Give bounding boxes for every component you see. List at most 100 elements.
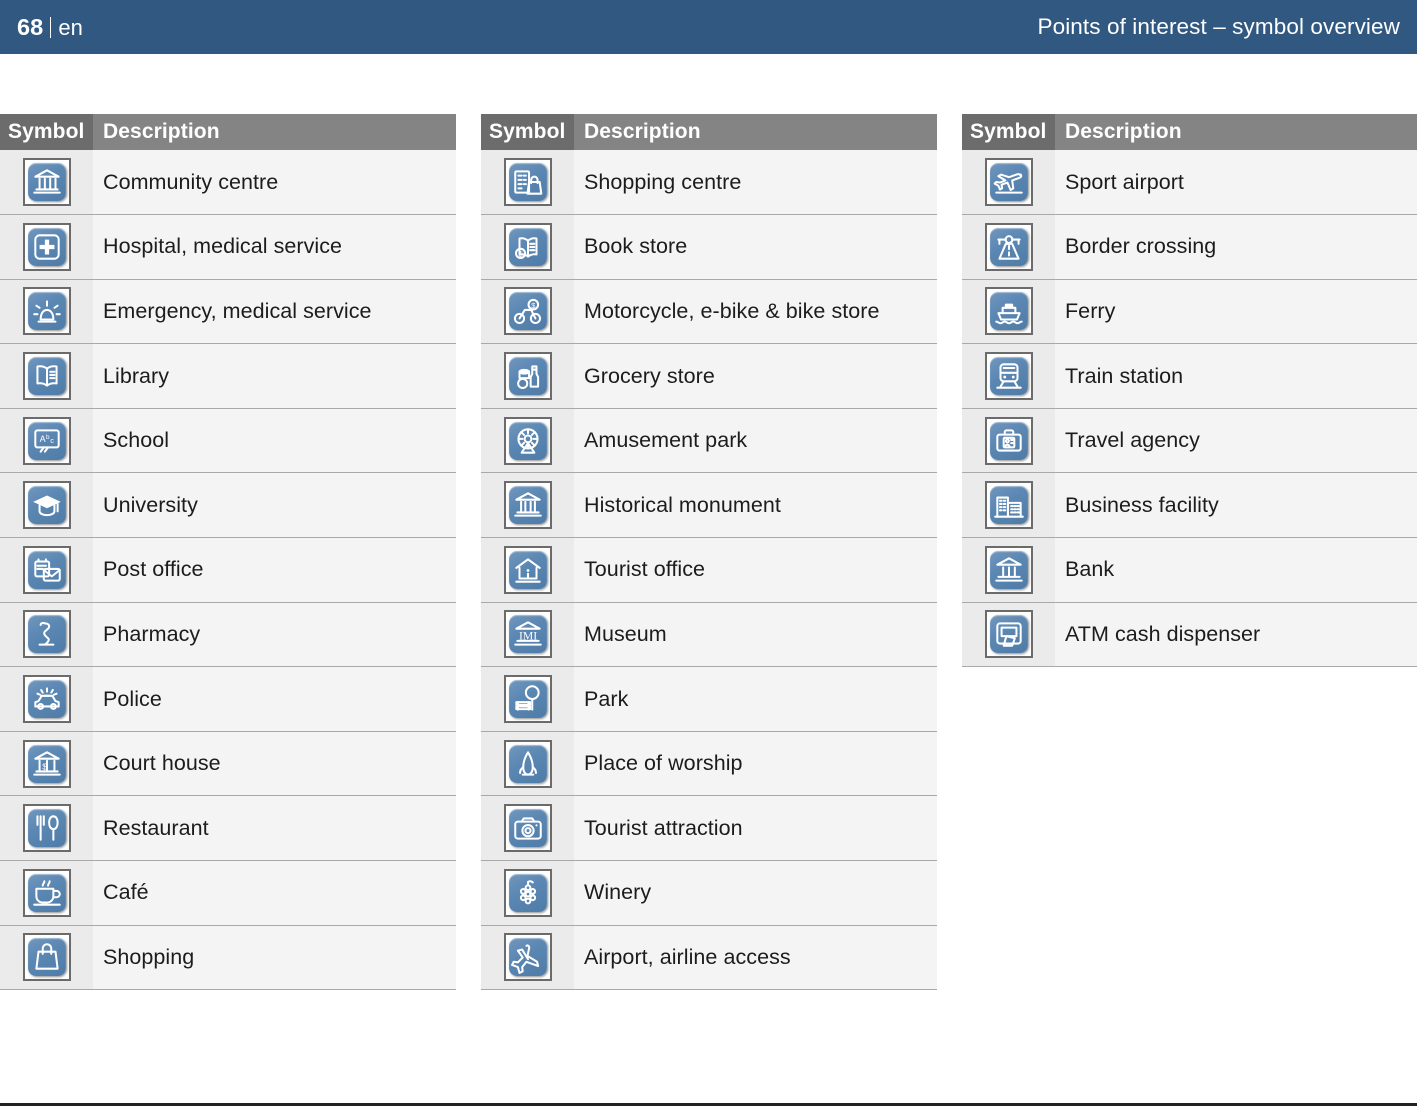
- symbol-cell: [962, 150, 1055, 216]
- library-icon-glyph: [27, 357, 66, 396]
- table-row: Ab c School: [0, 408, 456, 474]
- description-cell: Museum: [574, 602, 937, 668]
- symbol-columns: Symbol Description Community centre Hospita…: [0, 114, 1417, 991]
- table-row: Train station: [962, 343, 1417, 409]
- post-office-icon-glyph: [27, 550, 66, 589]
- page-title: Points of interest – symbol overview: [1037, 14, 1400, 39]
- description-cell: ATM cash dispenser: [1055, 602, 1417, 668]
- border-crossing-icon-glyph: [989, 227, 1028, 266]
- svg-text:c: c: [50, 436, 54, 445]
- symbol-cell: [962, 279, 1055, 345]
- page-header-left: 68 en: [17, 14, 83, 41]
- emergency-icon: [22, 287, 71, 336]
- table-row: Historical monument: [481, 472, 937, 539]
- description-cell: School: [93, 408, 456, 474]
- border-crossing-icon: [984, 222, 1033, 271]
- symbol-column-2: Symbol Description Shopping centre $ Book st…: [481, 114, 937, 991]
- table-row: Shopping centre: [481, 150, 937, 216]
- police-icon-glyph: [27, 680, 66, 719]
- table-row: Airport, airline access: [481, 925, 937, 991]
- travel-agency-icon-glyph: [989, 421, 1028, 460]
- page-number: 68: [17, 13, 44, 40]
- museum-icon: IMI: [503, 610, 552, 659]
- tourist-office-icon: [503, 545, 552, 594]
- table-row: University: [0, 472, 456, 539]
- table-row: Sport airport: [962, 150, 1417, 216]
- community-centre-icon: [22, 158, 71, 207]
- symbol-cell: [481, 666, 574, 732]
- winery-icon: [503, 868, 552, 917]
- table-row: ATM cash dispenser: [962, 602, 1417, 668]
- historical-monument-icon-glyph: [508, 486, 547, 525]
- symbol-cell: $: [481, 214, 574, 280]
- school-icon-glyph: Abc: [27, 421, 66, 460]
- cafe-icon-glyph: [27, 873, 66, 912]
- table-row: Community centre: [0, 150, 456, 216]
- table-header-row: Symbol Description: [962, 114, 1417, 150]
- grocery-store-icon-glyph: [508, 357, 547, 396]
- post-office-icon: [22, 545, 71, 594]
- description-cell: Grocery store: [574, 343, 937, 409]
- table-row: Tourist attraction: [481, 795, 937, 862]
- table-row: Police: [0, 666, 456, 732]
- table-row: Pharmacy: [0, 602, 456, 668]
- description-cell: Travel agency: [1055, 408, 1417, 474]
- table-header-row: Symbol Description: [0, 114, 456, 150]
- description-cell: Café: [93, 860, 456, 926]
- table-row: Post office: [0, 537, 456, 603]
- business-facility-icon-glyph: [989, 486, 1028, 525]
- table-row: Emergency, medical service: [0, 279, 456, 345]
- symbol-cell: [481, 343, 574, 409]
- shopping-icon: [22, 933, 71, 982]
- park-icon-glyph: [508, 680, 547, 719]
- sport-airport-icon-glyph: [989, 163, 1028, 202]
- description-cell: Ferry: [1055, 279, 1417, 345]
- description-cell: Historical monument: [574, 472, 937, 539]
- symbol-cell: [481, 472, 574, 539]
- ferry-icon: [984, 287, 1033, 336]
- table-header-row: Symbol Description: [481, 114, 937, 150]
- description-cell: Border crossing: [1055, 214, 1417, 280]
- train-station-icon: [984, 352, 1033, 401]
- emergency-icon-glyph: [27, 292, 66, 331]
- symbol-cell: [962, 214, 1055, 280]
- restaurant-icon: [22, 804, 71, 853]
- winery-icon-glyph: [508, 873, 547, 912]
- symbol-column-1: Symbol Description Community centre Hospita…: [0, 114, 456, 991]
- column-header-symbol: Symbol: [962, 114, 1055, 150]
- description-cell: Hospital, medical service: [93, 214, 456, 280]
- table-row: $ Motorcycle, e-bike & bike store: [481, 279, 937, 345]
- pharmacy-icon-glyph: [27, 615, 66, 654]
- column-header-description: Description: [1055, 114, 1417, 150]
- description-cell: Emergency, medical service: [93, 279, 456, 345]
- description-cell: Winery: [574, 860, 937, 926]
- symbol-table-3: Symbol Description Sport airport Border cro…: [962, 114, 1417, 668]
- table-row: Winery: [481, 860, 937, 926]
- description-cell: Shopping centre: [574, 150, 937, 216]
- tourist-attraction-icon: [503, 804, 552, 853]
- description-cell: Sport airport: [1055, 150, 1417, 216]
- symbol-cell: [0, 279, 93, 345]
- table-row: Bank: [962, 537, 1417, 603]
- shopping-centre-icon-glyph: [508, 163, 547, 202]
- description-cell: Train station: [1055, 343, 1417, 409]
- table-row: $ Court house: [0, 731, 456, 797]
- symbol-cell: [962, 537, 1055, 603]
- table-row: Hospital, medical service: [0, 214, 456, 280]
- symbol-cell: [962, 602, 1055, 668]
- amusement-park-icon: [503, 416, 552, 465]
- shopping-centre-icon: [503, 158, 552, 207]
- page-header: 68 en Points of interest – symbol overvi…: [0, 0, 1417, 54]
- symbol-cell: [481, 860, 574, 926]
- book-store-icon-glyph: $: [508, 227, 547, 266]
- svg-text:IMI: IMI: [518, 630, 536, 643]
- bank-icon-glyph: [989, 550, 1028, 589]
- symbol-cell: Abc: [0, 408, 93, 474]
- table-row: Ferry: [962, 279, 1417, 345]
- symbol-cell: [0, 472, 93, 539]
- airport-icon: [503, 933, 552, 982]
- shopping-icon-glyph: [27, 938, 66, 977]
- atm-icon: [984, 610, 1033, 659]
- symbol-cell: [0, 795, 93, 862]
- svg-text:$: $: [42, 761, 47, 771]
